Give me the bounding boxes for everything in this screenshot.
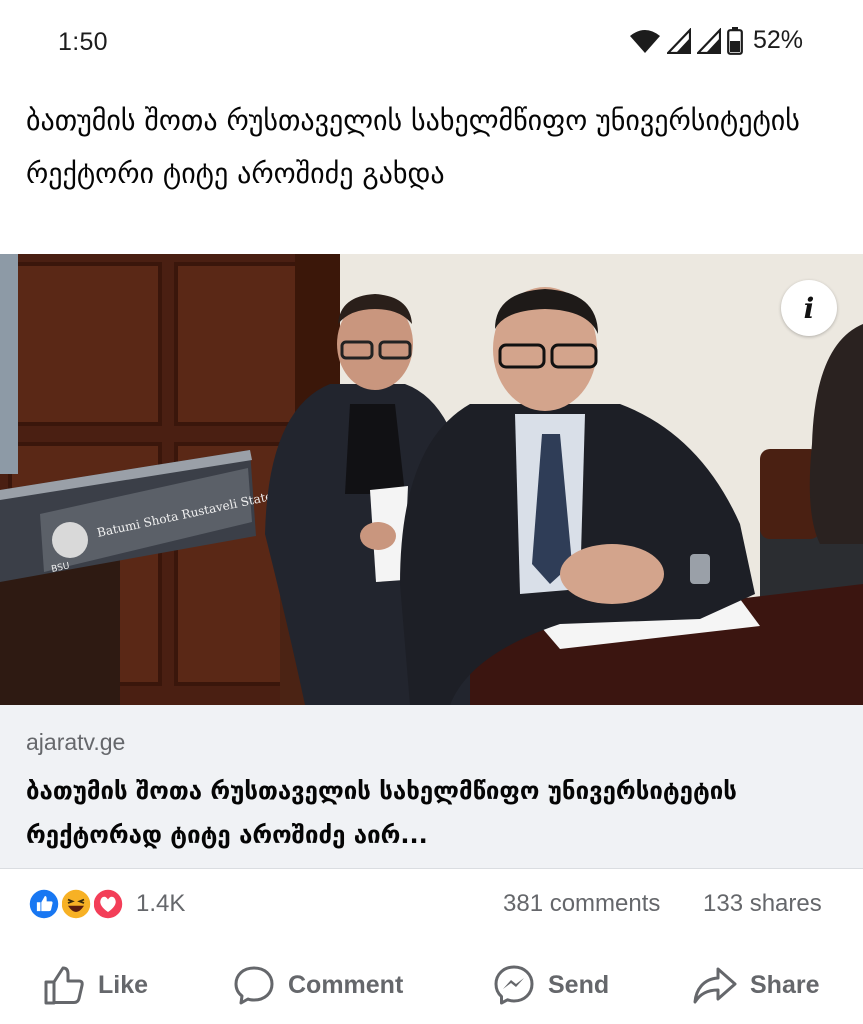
- share-icon: [693, 967, 737, 1004]
- battery-icon: [727, 26, 743, 55]
- like-button[interactable]: Like: [42, 960, 148, 1010]
- signal-icon: [696, 27, 721, 54]
- like-label: Like: [98, 970, 149, 999]
- battery-percentage: 52%: [752, 26, 803, 54]
- signal-icon: [666, 27, 691, 54]
- post-photo[interactable]: Batumi Shota Rustaveli State University …: [0, 254, 863, 705]
- send-label: Send: [548, 970, 610, 999]
- post-text: ბათუმის შოთა რუსთაველის სახელმწიფო უნივე…: [26, 104, 800, 190]
- reactions-row: 1.4K 381 comments 133 shares: [0, 880, 863, 930]
- shares-count[interactable]: 133 shares: [703, 890, 822, 918]
- like-reaction-icon: [26, 886, 62, 922]
- send-button[interactable]: Send: [492, 960, 609, 1010]
- share-button[interactable]: Share: [692, 960, 819, 1010]
- comment-label: Comment: [288, 970, 404, 999]
- comment-icon: [234, 966, 274, 1005]
- reaction-icons[interactable]: [26, 886, 130, 922]
- haha-reaction-icon: [58, 886, 94, 922]
- comments-count[interactable]: 381 comments: [503, 890, 660, 918]
- status-time: 1:50: [58, 28, 108, 56]
- actions-row: Like Comment Send Share: [0, 950, 863, 1020]
- status-bar: 1:50 52%: [0, 0, 863, 86]
- link-domain: ajaratv.ge: [26, 729, 126, 755]
- photo-illustration: Batumi Shota Rustaveli State University …: [0, 254, 863, 705]
- info-icon: i: [803, 291, 815, 325]
- share-label: Share: [750, 970, 820, 999]
- messenger-icon: [494, 965, 534, 1005]
- comment-button[interactable]: Comment: [232, 960, 403, 1010]
- link-preview[interactable]: ajaratv.ge ბათუმის შოთა რუსთაველის სახელ…: [0, 705, 863, 868]
- info-button[interactable]: i: [781, 280, 837, 336]
- link-title[interactable]: ბათუმის შოთა რუსთაველის სახელმწიფო უნივე…: [26, 769, 836, 857]
- status-icons: 52%: [629, 26, 803, 55]
- divider: [0, 868, 863, 869]
- like-icon: [44, 966, 84, 1005]
- wifi-icon: [629, 29, 660, 53]
- reaction-count[interactable]: 1.4K: [136, 890, 185, 918]
- love-reaction-icon: [90, 886, 126, 922]
